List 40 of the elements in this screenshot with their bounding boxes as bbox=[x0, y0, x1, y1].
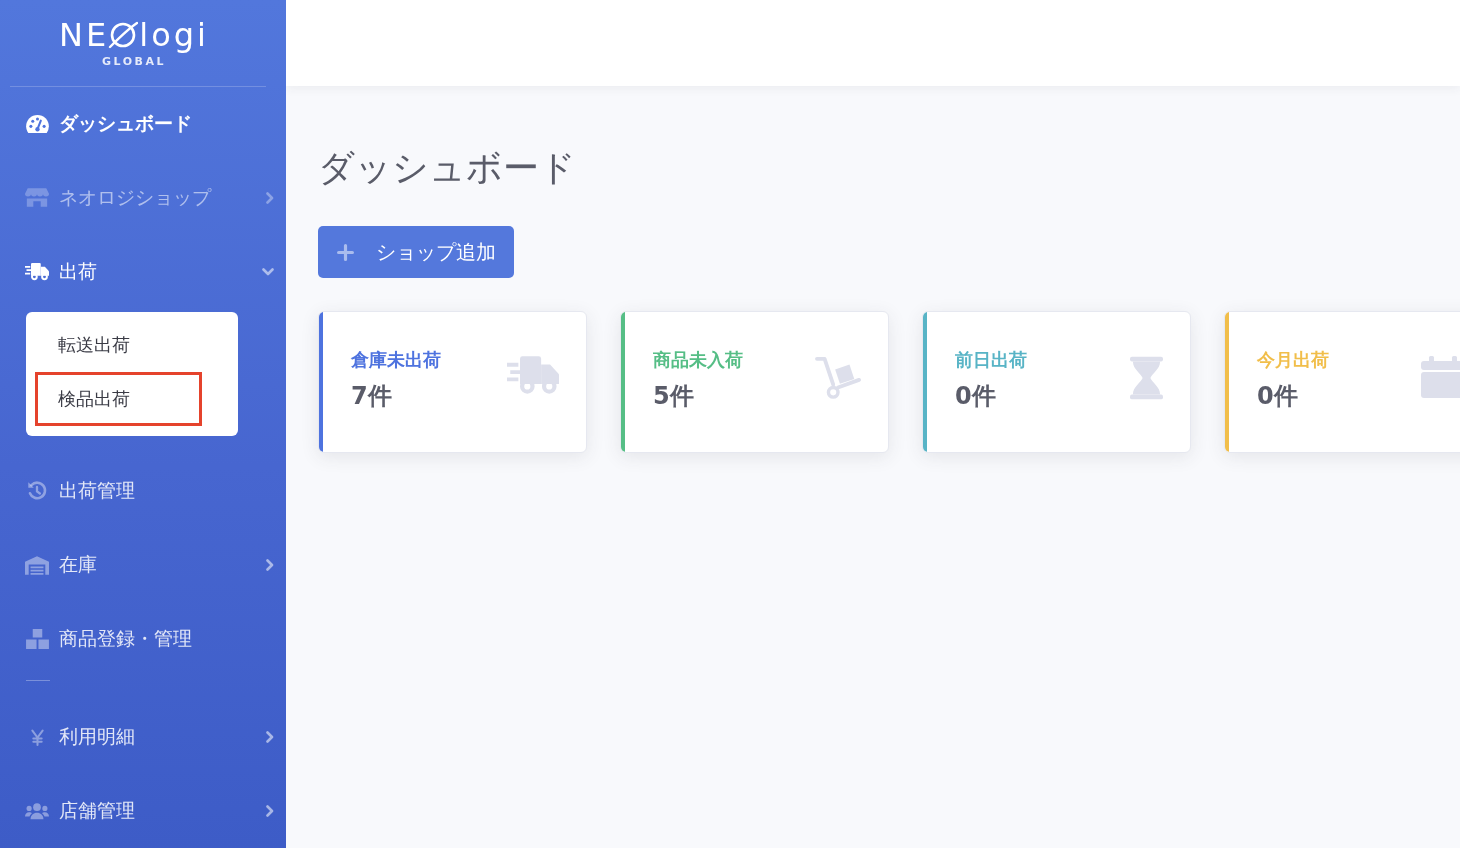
logo-text: logi bbox=[139, 17, 209, 54]
logo-text: NE bbox=[59, 17, 110, 54]
slashed-circle-icon bbox=[108, 21, 139, 50]
card-title: 前日出荷 bbox=[955, 348, 1027, 372]
truck-icon bbox=[25, 262, 49, 282]
chevron-right-icon bbox=[266, 805, 274, 818]
card-value: 5件 bbox=[653, 381, 695, 412]
add-shop-button[interactable]: ショップ追加 bbox=[318, 226, 514, 278]
submenu-item[interactable]: 転送出荷 bbox=[35, 317, 202, 372]
yen-icon bbox=[30, 728, 44, 746]
store-icon bbox=[25, 188, 49, 208]
plus-icon bbox=[337, 243, 354, 261]
nav-item[interactable]: 店舗管理 bbox=[0, 774, 286, 848]
page-title: ダッシュボード bbox=[318, 146, 576, 190]
boxes-icon bbox=[25, 629, 49, 650]
card-value: 7件 bbox=[351, 381, 393, 412]
hand-truck-icon bbox=[815, 356, 861, 400]
truck-icon bbox=[507, 356, 559, 394]
card-title: 今月出荷 bbox=[1257, 348, 1329, 372]
hourglass-icon bbox=[1130, 356, 1163, 400]
submenu-item[interactable]: 検品出荷 bbox=[35, 371, 202, 426]
card-value: 0件 bbox=[955, 381, 997, 412]
warehouse-icon bbox=[25, 555, 49, 575]
nav-item[interactable]: 出荷管理 bbox=[0, 454, 286, 529]
chevron-right-icon bbox=[266, 731, 274, 744]
chevron-right-icon bbox=[266, 191, 274, 204]
nav-item[interactable]: 出荷 bbox=[0, 234, 286, 309]
gauge-icon bbox=[25, 114, 49, 133]
users-icon bbox=[25, 802, 49, 821]
chevron-down-icon bbox=[262, 267, 274, 276]
nav-item[interactable]: 利用明細 bbox=[0, 700, 286, 775]
chevron-right-icon bbox=[266, 559, 274, 572]
nav-item[interactable]: 商品登録・管理 bbox=[0, 602, 286, 677]
history-icon bbox=[26, 480, 48, 503]
card-title: 倉庫未出荷 bbox=[351, 348, 441, 372]
nav-item[interactable]: ダッシュボード bbox=[0, 86, 286, 161]
card-value: 0件 bbox=[1257, 381, 1299, 412]
card-title: 商品未入荷 bbox=[653, 348, 743, 372]
nav-item[interactable]: 在庫 bbox=[0, 528, 286, 603]
logo-tagline: GLOBAL bbox=[102, 55, 166, 69]
